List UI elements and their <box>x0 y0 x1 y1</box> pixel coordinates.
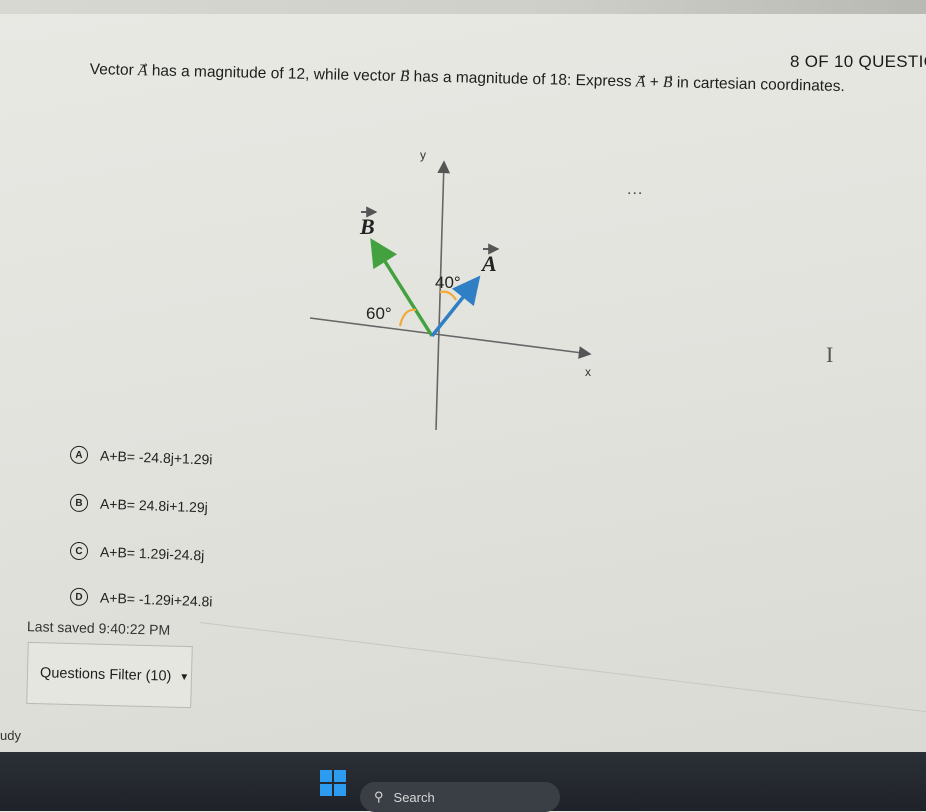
option-text: A+B= 24.8i+1.29j <box>99 495 209 516</box>
vector-b-label: B <box>359 214 375 239</box>
angle-b-label: 60° <box>366 304 392 323</box>
option-badge: B <box>69 493 89 513</box>
vector-a-label: A <box>480 251 497 276</box>
y-axis-label: y <box>420 148 426 162</box>
caret-down-icon: ▼ <box>179 671 190 683</box>
vector-b-symbol: B <box>399 68 410 86</box>
taskbar-search-box[interactable]: ⚲ Search <box>360 782 560 812</box>
angle-arc-a <box>439 290 457 301</box>
divider-line <box>199 622 926 716</box>
answer-option-b[interactable]: B A+B= 24.8i+1.29j <box>69 493 209 517</box>
vector-b-symbol: B <box>662 74 673 92</box>
option-badge: D <box>69 587 89 607</box>
text-cursor-icon: I <box>826 342 834 367</box>
option-text: A+B= -1.29i+24.8i <box>99 589 213 610</box>
option-badge: C <box>69 541 89 561</box>
option-text: A+B= -24.8j+1.29i <box>99 447 213 468</box>
y-axis <box>435 160 451 431</box>
answer-option-c[interactable]: C A+B= 1.29i-24.8j <box>69 541 205 565</box>
search-icon: ⚲ <box>374 789 384 804</box>
answer-option-a[interactable]: A A+B= -24.8j+1.29i <box>69 445 213 469</box>
option-text: A+B= 1.29i-24.8j <box>99 543 205 564</box>
answer-option-d[interactable]: D A+B= -1.29i+24.8i <box>69 587 213 611</box>
angle-arc-b <box>398 308 417 327</box>
windows-start-icon[interactable] <box>320 770 346 796</box>
option-badge: A <box>69 445 89 465</box>
vector-a-symbol: A <box>137 62 148 80</box>
questions-filter-label: Questions Filter (10) <box>39 665 172 685</box>
vector-diagram: y x B A 40° 60° <box>309 148 592 431</box>
question-part: ⃗ in cartesian coordinates. <box>672 74 845 96</box>
last-saved-status: Last saved 9:40:22 PM <box>26 618 171 638</box>
question-part: ⃗ has a magnitude of 18: Express <box>409 68 637 91</box>
angle-a-label: 40° <box>435 273 461 292</box>
question-counter: 8 OF 10 QUESTIC <box>790 52 926 71</box>
search-label: Search <box>393 789 435 805</box>
question-part: ⃗ + <box>645 73 664 92</box>
partial-text: udy <box>0 728 21 743</box>
questions-filter-button[interactable]: Questions Filter (10) ▼ <box>26 641 193 709</box>
vector-a-symbol: A <box>635 73 646 91</box>
question-part: Vector <box>89 60 139 80</box>
x-axis-label: x <box>585 365 591 379</box>
top-strip <box>0 0 926 14</box>
x-axis <box>309 317 592 359</box>
more-options-icon[interactable]: ... <box>627 181 643 199</box>
question-part: ⃗ has a magnitude of 12, while vector <box>147 62 401 86</box>
